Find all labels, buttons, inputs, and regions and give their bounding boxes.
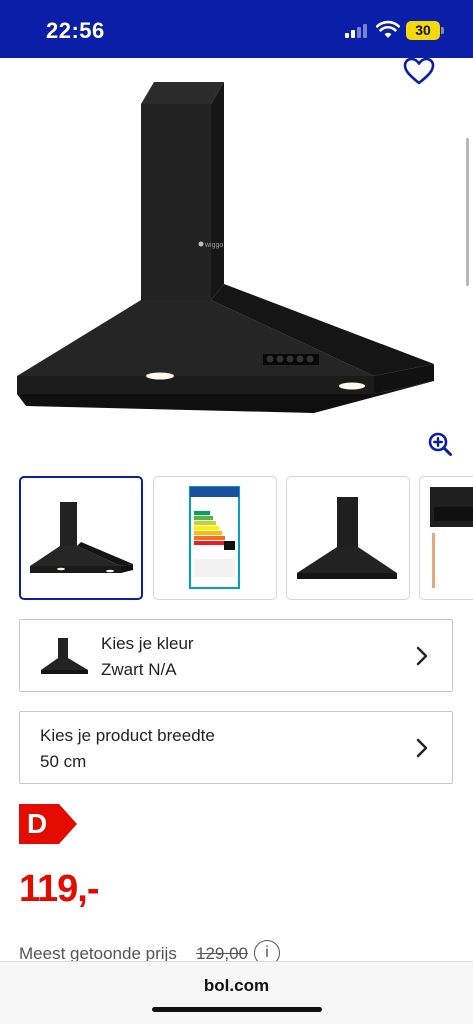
thumbnail-hood-front[interactable] [286,476,410,600]
brand-logo: wiggo [204,242,223,249]
color-selector[interactable]: Kies je kleur Zwart N/A [19,619,453,692]
thumbnail-hood-angled[interactable] [19,476,143,600]
energy-label-class: D [27,808,48,839]
image-scrollbar [466,138,469,286]
color-selector-text: Kies je kleur Zwart N/A [101,631,194,683]
width-selector-value: 50 cm [40,752,87,771]
wifi-icon [376,20,400,38]
browser-url: bol.com [203,976,270,995]
thumbnail-image [297,497,397,579]
chevron-right-icon [416,646,428,666]
width-selector-text: Kies je product breedte 50 cm [40,723,215,775]
width-selector[interactable]: Kies je product breedte 50 cm [19,711,453,784]
thumbnail-image [430,487,473,588]
thumbnail-image [189,486,240,589]
color-selector-value: Zwart N/A [101,660,177,679]
home-indicator[interactable] [152,1007,322,1012]
product-page: 22:56 30 wiggo Kies je kleur Zwart N/A K… [0,0,473,1024]
thumbnail-energy-label[interactable] [153,476,277,600]
battery-icon: 30 [406,21,440,40]
chevron-right-icon [416,738,428,758]
status-time: 22:56 [46,18,105,43]
color-thumbnail [41,638,88,674]
width-selector-label: Kies je product breedte [40,726,215,745]
zoom-in-icon[interactable] [427,431,453,457]
thumbnail-image [30,502,133,573]
control-buttons [263,354,319,365]
status-bar: 22:56 30 [0,0,473,58]
color-selector-label: Kies je kleur [101,634,194,653]
battery-tip [441,27,444,34]
thumbnail-detail[interactable] [419,476,473,600]
energy-label-badge[interactable]: D [19,804,79,844]
product-main-image[interactable]: wiggo [14,76,454,421]
signal-icon [345,24,369,38]
product-price: 119,- [19,868,100,910]
thumbnail-strip [19,476,473,600]
browser-address-bar[interactable]: bol.com [0,961,473,1024]
